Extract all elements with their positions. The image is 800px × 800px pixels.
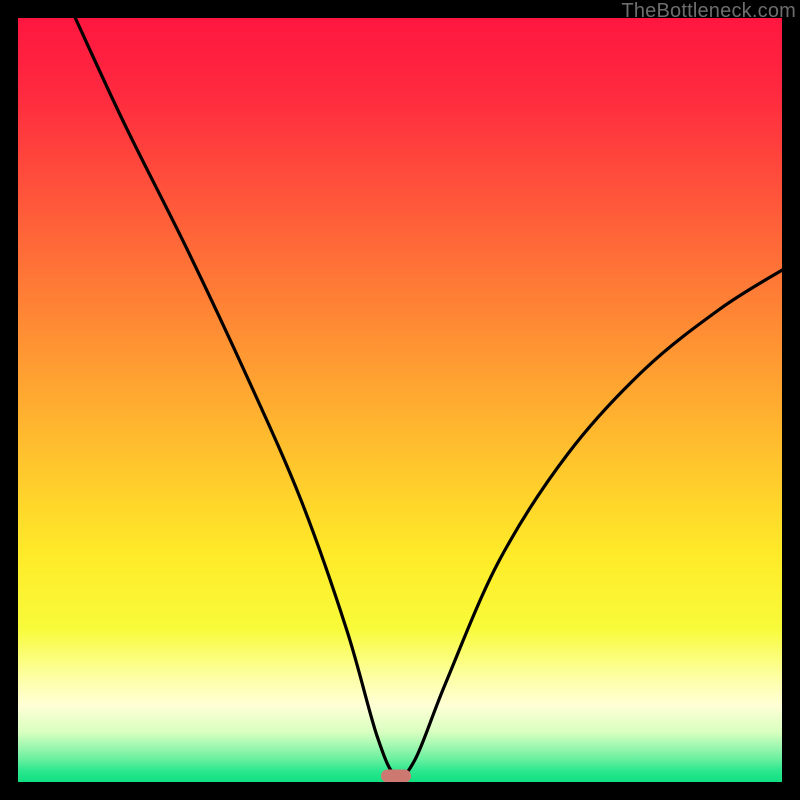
watermark-text: TheBottleneck.com xyxy=(621,0,796,23)
chart-frame: TheBottleneck.com xyxy=(0,0,800,800)
optimum-marker xyxy=(381,769,411,782)
plot-area xyxy=(18,18,782,782)
bottleneck-curve xyxy=(18,18,782,782)
